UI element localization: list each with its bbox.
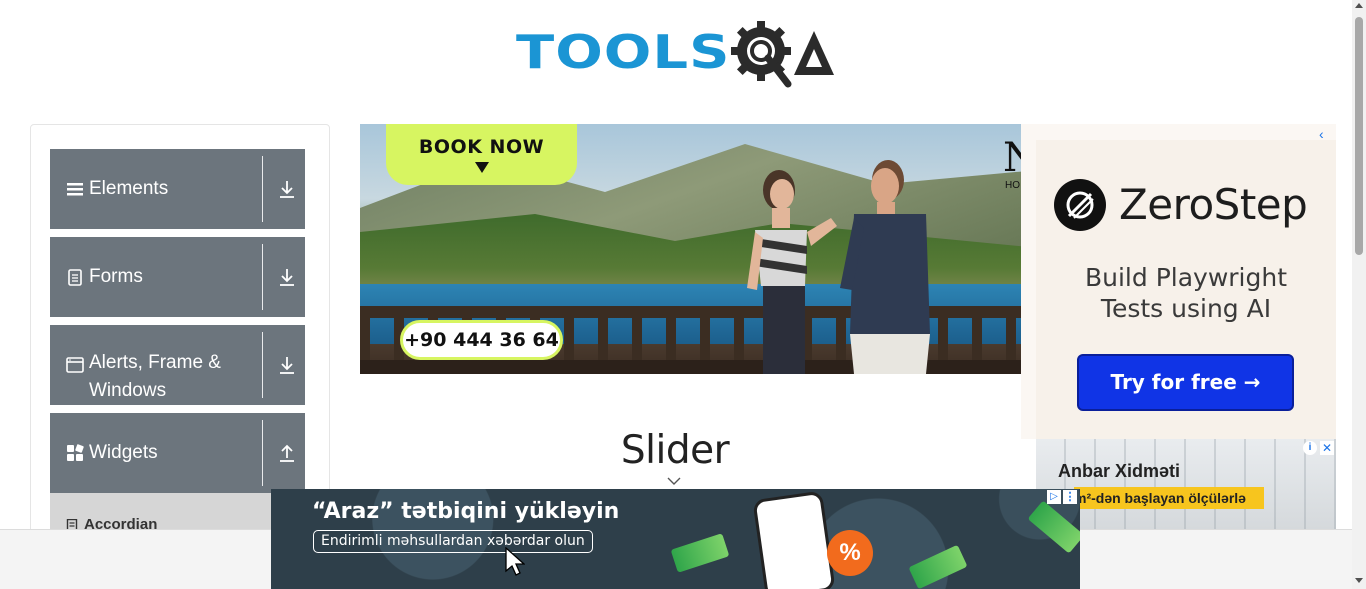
ad-close-icon[interactable]: ✕ <box>1320 441 1334 455</box>
ad-tagline-line1: Build Playwright <box>1084 263 1288 292</box>
try-for-free-button[interactable]: Try for free → <box>1077 354 1294 411</box>
hotel-brand-small: HO <box>1005 180 1020 191</box>
hamburger-icon <box>67 183 83 196</box>
hotel-brand-letter: N <box>1003 135 1021 181</box>
toolsqa-logo[interactable]: TOOLS <box>516 14 840 92</box>
discount-badge: % <box>827 530 873 576</box>
nav-group-elements[interactable]: Elements <box>50 149 305 229</box>
scroll-up-icon[interactable] <box>1355 3 1363 8</box>
browser-window-icon <box>66 357 84 373</box>
nav-group-label: Forms <box>89 266 143 287</box>
warehouse-ad[interactable]: Anbar Xidməti m²-dən başlayan ölçülərlə … <box>1036 439 1336 529</box>
form-document-icon <box>68 269 82 286</box>
ad-info-icon[interactable]: i <box>1303 441 1317 455</box>
nav-group-forms[interactable]: Forms <box>50 237 305 317</box>
divider <box>262 332 263 398</box>
vertical-scrollbar[interactable] <box>1352 0 1366 589</box>
araz-app-ad[interactable]: “Araz” tətbiqini yükləyin Endirimli məhs… <box>271 489 1080 589</box>
download-arrow-icon[interactable] <box>278 355 296 375</box>
ad-menu-icon[interactable]: ⋮ <box>1063 490 1077 504</box>
mouse-cursor-icon <box>505 547 525 576</box>
ad-choices-icon[interactable]: ▷ <box>1047 490 1061 504</box>
man-figure <box>840 160 930 374</box>
ad-subtitle: m²-dən başlayan ölçülərlə <box>1074 487 1264 509</box>
logo-letter-a <box>794 31 835 75</box>
zerostep-logo-icon <box>1054 179 1106 231</box>
divider <box>262 420 263 486</box>
phone-number: +90 444 36 64 <box>404 329 559 351</box>
widgets-grid-icon <box>67 444 84 461</box>
gear-magnifier-icon <box>731 21 792 88</box>
page: TOOLS Elements Forms Alerts, Frame & Win… <box>0 0 1366 589</box>
ad-tagline-line2: Tests using AI <box>1100 294 1272 323</box>
nav-group-label: Elements <box>89 178 169 199</box>
caret-down-icon <box>474 162 489 173</box>
scrollbar-thumb[interactable] <box>1355 17 1363 255</box>
ad-title: “Araz” tətbiqini yükləyin <box>312 499 620 524</box>
phone-number-badge[interactable]: +90 444 36 64 <box>400 320 563 360</box>
logo-text: TOOLS <box>516 25 731 80</box>
book-now-button[interactable]: BOOK NOW <box>386 124 577 185</box>
upload-arrow-icon[interactable] <box>278 443 296 463</box>
download-arrow-icon[interactable] <box>278 179 296 199</box>
chevron-down-icon <box>667 477 681 485</box>
divider <box>262 244 263 310</box>
book-now-label: BOOK NOW <box>418 136 545 158</box>
ad-title: Anbar Xidməti <box>1058 461 1181 481</box>
woman-figure <box>747 170 837 374</box>
hotel-banner-ad[interactable]: BOOK NOW +90 444 36 64 N HO <box>360 124 1021 374</box>
nav-group-label: Widgets <box>89 442 158 463</box>
nav-group-alerts-frame-windows[interactable]: Alerts, Frame & Windows <box>50 325 305 405</box>
divider <box>262 156 263 222</box>
zerostep-ad[interactable]: ‹ ZeroStep Build Playwright Tests using … <box>1021 124 1336 439</box>
ad-brand-name: ZeroStep <box>1119 180 1308 229</box>
nav-group-widgets[interactable]: Widgets <box>50 413 305 493</box>
scroll-down-icon[interactable] <box>1355 578 1363 583</box>
ad-subtitle: Endirimli məhsullardan xəbərdar olun <box>313 530 593 553</box>
download-arrow-icon[interactable] <box>278 267 296 287</box>
page-title: Slider <box>620 428 730 473</box>
phone-mockup <box>752 490 836 589</box>
ad-tagline: Build Playwright Tests using AI <box>1021 262 1336 324</box>
nav-group-label: Alerts, Frame & Windows <box>89 352 221 401</box>
warehouse-background <box>1036 439 1336 529</box>
